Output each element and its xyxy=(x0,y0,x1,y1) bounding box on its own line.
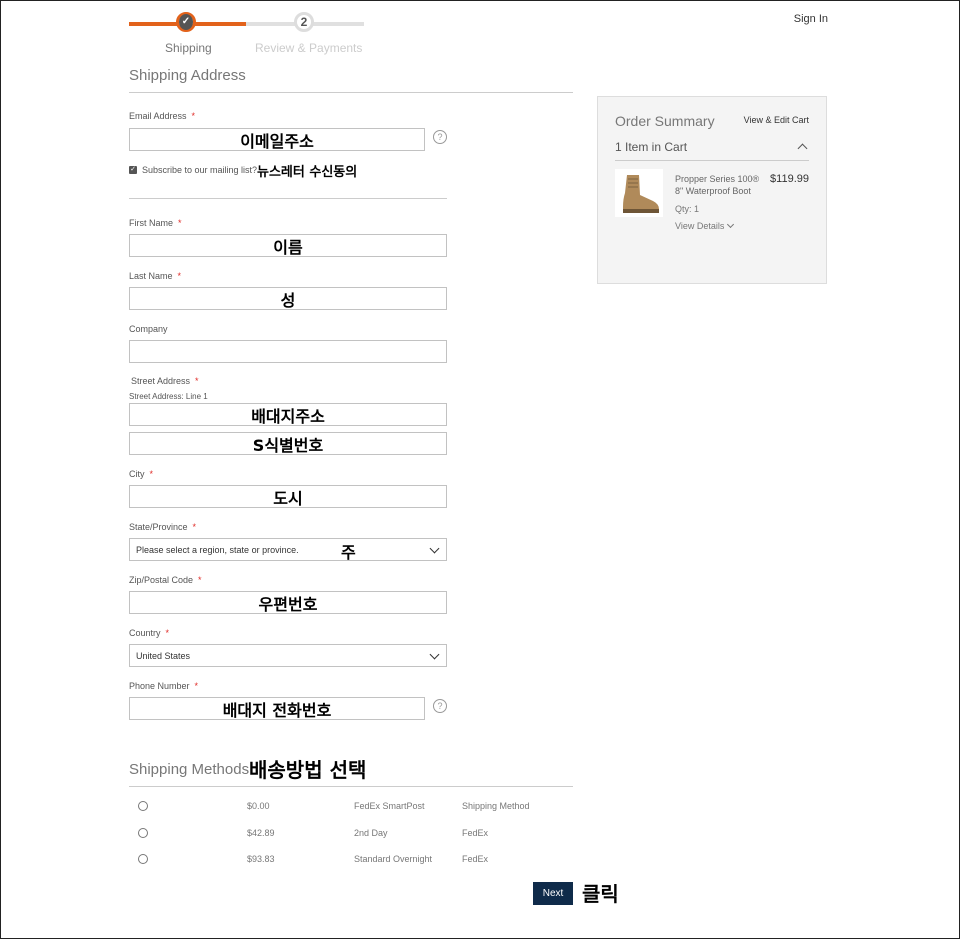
street-line2-field[interactable]: S식별번호 xyxy=(129,432,447,455)
product-name: Propper Series 100® 8" Waterproof Boot xyxy=(675,174,760,196)
first-name-field[interactable]: 이름 xyxy=(129,234,447,257)
shipping-methods-annotation: 배송방법 선택 xyxy=(249,758,367,782)
city-annotation: 도시 xyxy=(273,488,303,508)
company-label: Company xyxy=(129,324,168,334)
click-annotation: 클릭 xyxy=(582,882,619,906)
phone-annotation: 배대지 전화번호 xyxy=(222,700,332,720)
items-in-cart-toggle[interactable]: 1 Item in Cart xyxy=(615,140,687,154)
chevron-up-icon[interactable] xyxy=(797,143,808,154)
step-shipping-indicator: ✓ xyxy=(176,12,196,32)
method-name: FedEx SmartPost xyxy=(354,801,425,811)
divider xyxy=(129,198,447,199)
method-name: Standard Overnight xyxy=(354,854,433,864)
method-price: $0.00 xyxy=(247,801,270,811)
step-number: 2 xyxy=(300,15,308,29)
phone-label: Phone Number * xyxy=(129,681,199,691)
divider xyxy=(129,92,573,93)
street-sublabel: Street Address: Line 1 xyxy=(129,392,208,401)
method-price: $93.83 xyxy=(247,854,275,864)
product-image xyxy=(615,169,663,217)
order-summary: Order Summary View & Edit Cart 1 Item in… xyxy=(597,96,827,284)
street-line1-annotation: 배대지주소 xyxy=(251,406,325,426)
shipping-address-title: Shipping Address xyxy=(129,67,246,84)
step-review-label[interactable]: Review & Payments xyxy=(255,41,362,55)
street-line2-annotation: S식별번호 xyxy=(252,435,324,455)
country-select[interactable]: United States xyxy=(129,644,447,667)
email-field[interactable]: 이메일주소 xyxy=(129,128,425,151)
last-name-field[interactable]: 성 xyxy=(129,287,447,310)
street-label: Street Address * xyxy=(131,376,199,386)
method-carrier: FedEx xyxy=(462,854,489,864)
phone-field[interactable]: 배대지 전화번호 xyxy=(129,697,425,720)
zip-field[interactable]: 우편번호 xyxy=(129,591,447,614)
first-name-annotation: 이름 xyxy=(273,237,303,257)
shipping-methods-title: Shipping Methods xyxy=(129,761,250,778)
state-select[interactable]: Please select a region, state or provinc… xyxy=(129,538,447,561)
country-select-value: United States xyxy=(136,650,191,661)
divider xyxy=(615,160,809,161)
last-name-annotation: 성 xyxy=(280,290,296,310)
subscribe-annotation: 뉴스레터 수신동의 xyxy=(257,165,358,180)
step-review-indicator: 2 xyxy=(294,12,314,32)
view-details-toggle[interactable]: View Details xyxy=(675,220,735,231)
state-label: State/Province * xyxy=(129,522,197,532)
street-line1-field[interactable]: 배대지주소 xyxy=(129,403,447,426)
step-shipping-label: Shipping xyxy=(165,41,212,55)
shipping-method-radio[interactable] xyxy=(138,828,148,838)
state-select-value: Please select a region, state or provinc… xyxy=(136,544,299,555)
view-edit-cart-link[interactable]: View & Edit Cart xyxy=(744,115,809,125)
subscribe-label: Subscribe to our mailing list? xyxy=(142,165,258,175)
email-annotation: 이메일주소 xyxy=(240,131,314,151)
order-summary-title: Order Summary xyxy=(615,113,715,129)
next-button[interactable]: Next xyxy=(533,882,573,905)
method-price: $42.89 xyxy=(247,828,275,838)
chevron-down-icon xyxy=(429,543,440,553)
state-annotation: 주 xyxy=(341,543,356,562)
method-carrier: Shipping Method xyxy=(462,801,530,811)
help-icon[interactable]: ? xyxy=(433,130,447,144)
zip-label: Zip/Postal Code * xyxy=(129,575,202,585)
shipping-method-radio[interactable] xyxy=(138,801,148,811)
first-name-label: First Name * xyxy=(129,218,182,228)
city-field[interactable]: 도시 xyxy=(129,485,447,508)
chevron-down-icon xyxy=(429,649,440,659)
divider xyxy=(129,786,573,787)
last-name-label: Last Name * xyxy=(129,271,182,281)
city-label: City * xyxy=(129,469,154,479)
check-icon: ✓ xyxy=(179,14,193,30)
company-field[interactable] xyxy=(129,340,447,363)
country-label: Country * xyxy=(129,628,170,638)
shipping-method-radio[interactable] xyxy=(138,854,148,864)
zip-annotation: 우편번호 xyxy=(258,594,318,614)
help-icon[interactable]: ? xyxy=(433,699,447,713)
chevron-down-icon xyxy=(727,220,735,229)
product-qty: Qty: 1 xyxy=(675,204,700,214)
email-label: Email Address * xyxy=(129,111,196,121)
product-price: $119.99 xyxy=(770,173,809,185)
sign-in-link[interactable]: Sign In xyxy=(794,13,828,25)
boot-icon xyxy=(623,175,659,213)
subscribe-checkbox[interactable]: ✓ xyxy=(129,166,137,174)
method-name: 2nd Day xyxy=(354,828,388,838)
method-carrier: FedEx xyxy=(462,828,489,838)
